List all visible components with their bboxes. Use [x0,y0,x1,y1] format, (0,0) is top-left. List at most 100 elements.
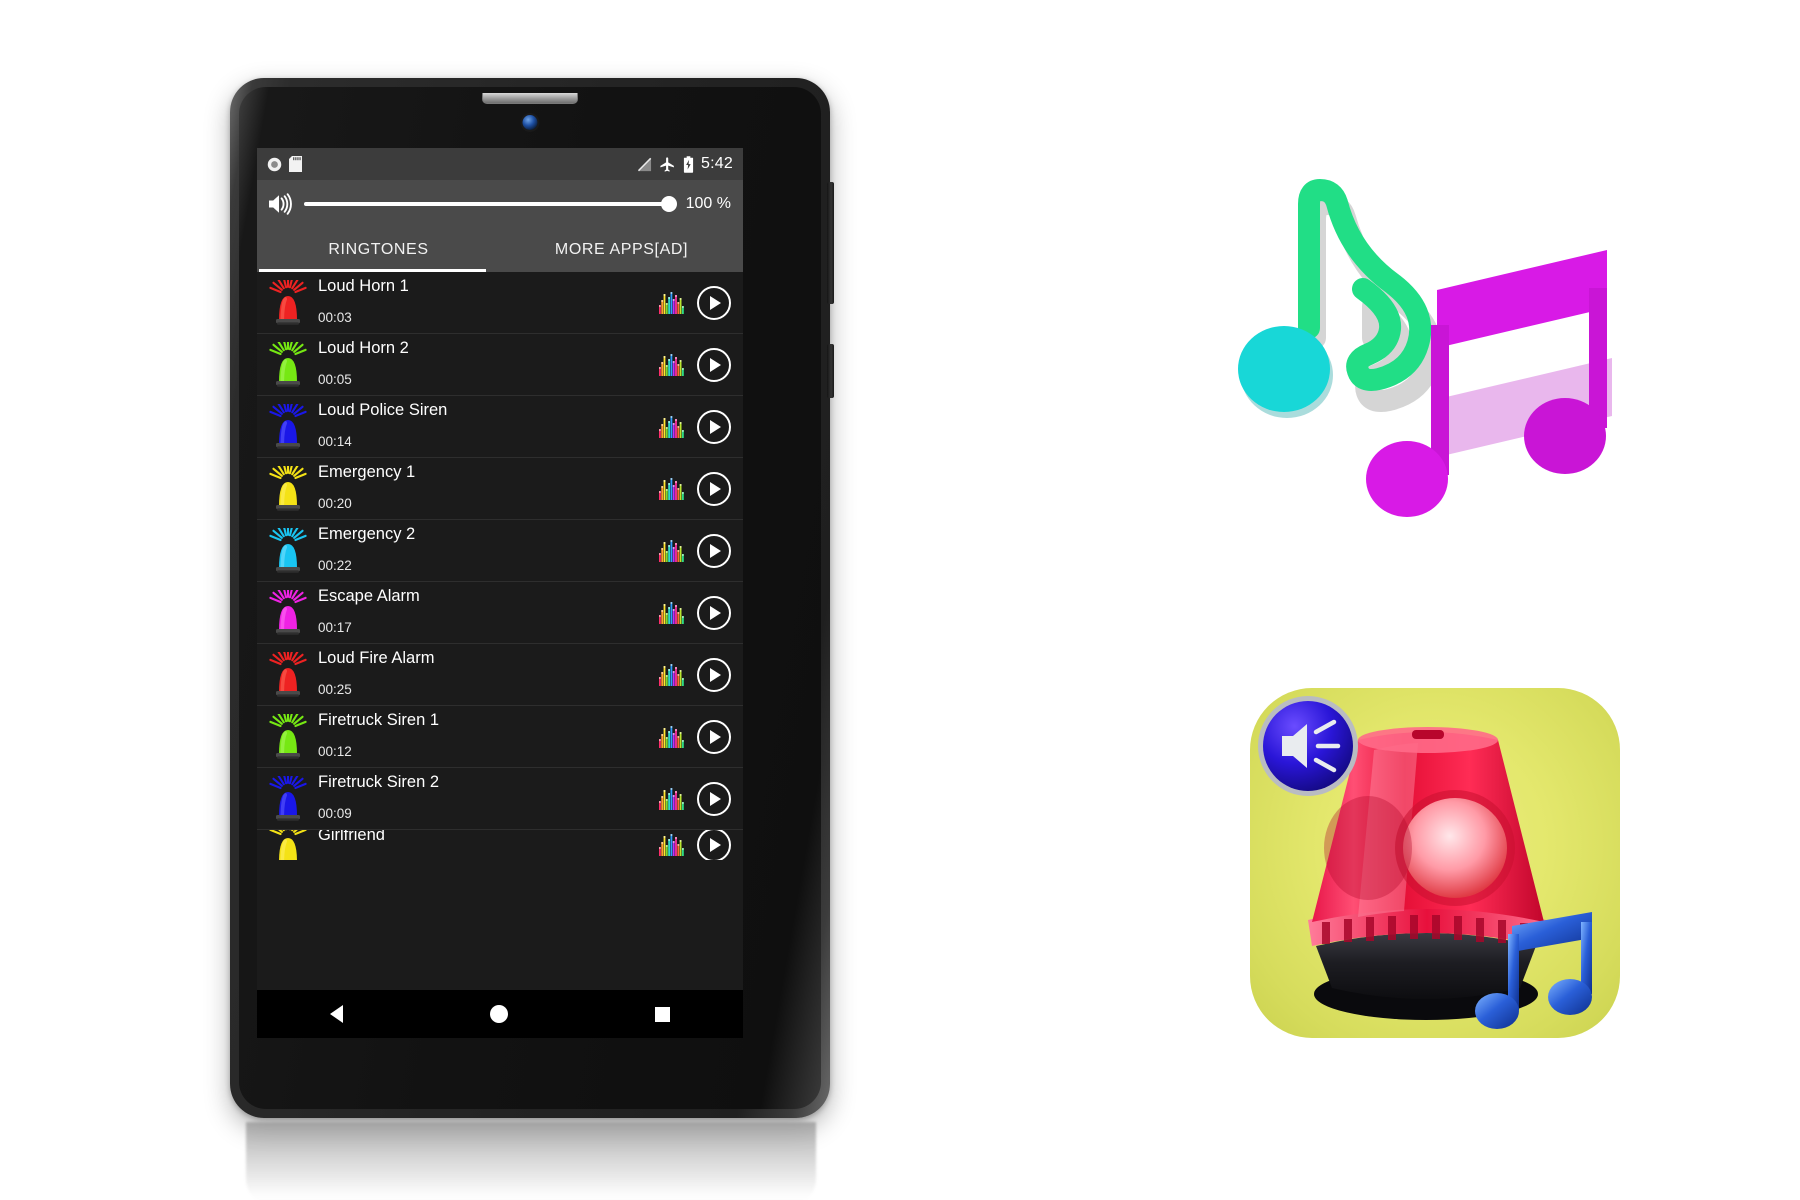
play-triangle-icon [710,419,721,434]
play-button-icon[interactable] [697,830,731,860]
siren-light-icon [266,336,310,388]
equalizer-icon [659,539,685,562]
play-button-icon[interactable] [697,285,731,320]
sd-card-icon [289,156,302,172]
ringtone-duration: 00:17 [318,620,352,635]
ringtone-text-block: Emergency 1 00:20 [318,458,659,519]
equalizer-icon [659,353,685,376]
ringtone-title: Loud Horn 1 [318,276,409,295]
front-camera-icon [522,115,538,130]
equalizer-icon [659,787,685,810]
ringtone-list[interactable]: Loud Horn 1 00:03 Loud Horn 2 00:05 Loud Pol… [257,272,743,990]
play-triangle-icon [710,729,721,744]
equalizer-icon [659,601,685,624]
status-bar: 5:42 [257,148,743,180]
play-triangle-icon [710,481,721,496]
ringtone-text-block: Girlfriend [318,830,659,860]
play-button-icon[interactable] [697,657,731,692]
ringtone-row[interactable]: Firetruck Siren 1 00:12 [257,706,743,768]
volume-slider[interactable] [304,196,677,212]
play-button-icon[interactable] [697,781,731,816]
ringtone-duration: 00:25 [318,682,352,697]
ringtone-text-block: Loud Police Siren 00:14 [318,396,659,457]
tablet-screen: 5:42 100 % RINGTONES MORE APPS[AD] Loud … [257,148,743,1038]
ringtone-title: Loud Police Siren [318,400,448,419]
ringtone-text-block: Loud Horn 2 00:05 [318,334,659,395]
ringtone-row[interactable]: Loud Horn 1 00:03 [257,272,743,334]
ringtone-text-block: Loud Horn 1 00:03 [318,272,659,333]
ringtone-duration: 00:03 [318,310,352,325]
play-button-icon[interactable] [697,533,731,568]
ringtone-title: Firetruck Siren 2 [318,772,440,791]
play-triangle-icon [710,605,721,620]
play-triangle-icon [710,791,721,806]
volume-control-row: 100 % [257,180,743,228]
play-button-icon[interactable] [697,409,731,444]
ringtone-title: Girlfriend [318,830,385,844]
siren-light-icon [266,398,310,450]
equalizer-icon [659,291,685,314]
ringtone-title: Emergency 2 [318,524,416,543]
ringtone-duration: 00:14 [318,434,352,449]
home-button-icon[interactable] [489,1005,508,1023]
siren-light-icon [266,646,310,698]
status-bar-clock: 5:42 [701,155,733,172]
siren-light-icon [266,460,310,512]
ringtone-row[interactable]: Firetruck Siren 2 00:09 [257,768,743,830]
ringtone-text-block: Loud Fire Alarm 00:25 [318,644,659,705]
ringtone-row[interactable]: Emergency 2 00:22 [257,520,743,582]
play-triangle-icon [710,543,721,558]
tablet-body: 5:42 100 % RINGTONES MORE APPS[AD] Loud … [230,78,834,1118]
tablet-reflection [246,1122,816,1200]
equalizer-icon [659,477,685,500]
android-navigation-bar [257,990,743,1038]
equalizer-icon [659,725,685,748]
speaker-grille [482,93,578,104]
play-button-icon[interactable] [697,595,731,630]
ringtone-text-block: Firetruck Siren 1 00:12 [318,706,659,767]
play-triangle-icon [710,667,721,682]
speaker-volume-icon[interactable] [267,193,293,215]
ringtone-row[interactable]: Loud Police Siren 00:14 [257,396,743,458]
ringtone-title: Emergency 1 [318,462,416,481]
ringtone-title: Escape Alarm [318,586,420,605]
tab-ringtones[interactable]: RINGTONES [257,228,500,272]
ringtone-row[interactable]: Loud Horn 2 00:05 [257,334,743,396]
record-indicator-icon [267,157,282,172]
siren-light-icon [266,522,310,574]
status-bar-left-icons [267,156,302,172]
siren-light-icon [266,584,310,636]
no-signal-icon [637,157,652,172]
ringtone-duration: 00:12 [318,744,352,759]
equalizer-icon [659,415,685,438]
play-triangle-icon [710,295,721,310]
siren-light-icon [266,830,310,860]
siren-light-icon [266,708,310,760]
ringtone-title: Loud Horn 2 [318,338,409,357]
status-bar-right-icons: 5:42 [637,155,733,173]
tab-bar: RINGTONES MORE APPS[AD] [257,228,743,272]
play-button-icon[interactable] [697,471,731,506]
volume-rocker-button[interactable] [827,182,834,304]
music-notes-illustration [1225,140,1655,555]
recents-button-icon[interactable] [654,1006,670,1022]
play-button-icon[interactable] [697,347,731,382]
ringtone-duration: 00:05 [318,372,352,387]
siren-light-icon [266,274,310,326]
play-triangle-icon [710,357,721,372]
app-icon-siren-ringtones[interactable] [1250,688,1620,1038]
ringtone-text-block: Escape Alarm 00:17 [318,582,659,643]
ringtone-row[interactable]: Girlfriend [257,830,743,860]
ringtone-duration: 00:09 [318,806,352,821]
ringtone-text-block: Emergency 2 00:22 [318,520,659,581]
screenshot-stage: 5:42 100 % RINGTONES MORE APPS[AD] Loud … [0,0,1800,1200]
play-button-icon[interactable] [697,719,731,754]
volume-slider-thumb[interactable] [660,196,677,212]
ringtone-row[interactable]: Emergency 1 00:20 [257,458,743,520]
tablet-device: 5:42 100 % RINGTONES MORE APPS[AD] Loud … [230,78,834,1118]
ringtone-row[interactable]: Escape Alarm 00:17 [257,582,743,644]
power-button[interactable] [827,344,834,398]
ringtone-row[interactable]: Loud Fire Alarm 00:25 [257,644,743,706]
tab-more-apps[interactable]: MORE APPS[AD] [500,228,743,272]
back-button-icon[interactable] [330,1005,344,1023]
